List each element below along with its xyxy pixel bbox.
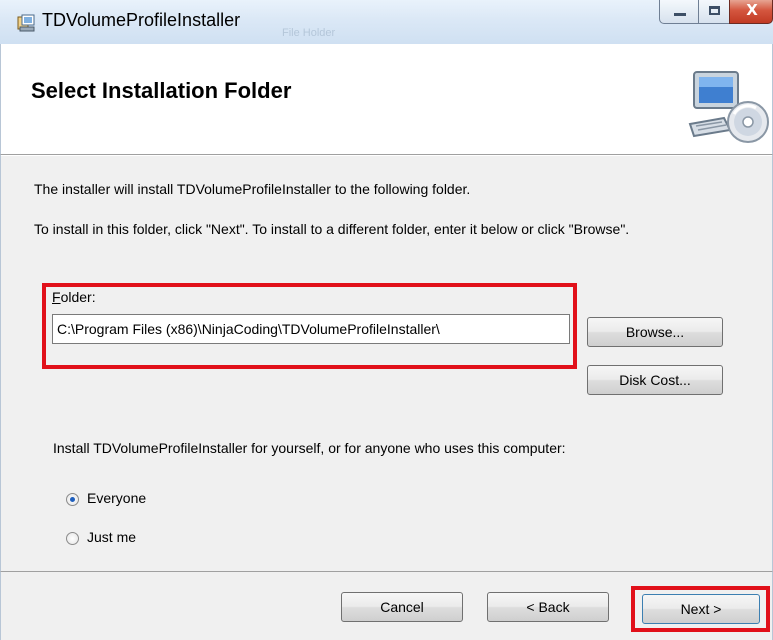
page-title: Select Installation Folder xyxy=(31,78,292,103)
maximize-icon xyxy=(709,6,720,15)
browse-button[interactable]: Browse... xyxy=(587,317,723,347)
installer-app-icon xyxy=(17,14,35,32)
minimize-button[interactable] xyxy=(659,0,699,24)
maximize-button[interactable] xyxy=(698,0,730,24)
install-instructions: To install in this folder, click "Next".… xyxy=(34,221,630,237)
background-window-ghost-text: File Holder xyxy=(282,27,336,39)
window-title: TDVolumeProfileInstaller xyxy=(42,10,241,30)
close-icon: X xyxy=(746,1,758,19)
minimize-icon xyxy=(674,13,686,16)
everyone-radio[interactable] xyxy=(66,493,79,506)
next-highlight-annotation xyxy=(631,586,770,632)
disk-cost-button[interactable]: Disk Cost... xyxy=(587,365,723,395)
computer-disc-icon xyxy=(688,71,769,143)
just-me-radio[interactable] xyxy=(66,532,79,545)
everyone-radio-label[interactable]: Everyone xyxy=(87,490,146,506)
back-button[interactable]: < Back xyxy=(487,592,609,622)
close-button[interactable]: X xyxy=(729,0,773,24)
cancel-button[interactable]: Cancel xyxy=(341,592,463,622)
folder-highlight-annotation xyxy=(42,283,577,369)
just-me-radio-label[interactable]: Just me xyxy=(87,529,136,545)
install-description: The installer will install TDVolumeProfi… xyxy=(34,181,471,197)
install-scope-prompt: Install TDVolumeProfileInstaller for you… xyxy=(53,440,566,456)
